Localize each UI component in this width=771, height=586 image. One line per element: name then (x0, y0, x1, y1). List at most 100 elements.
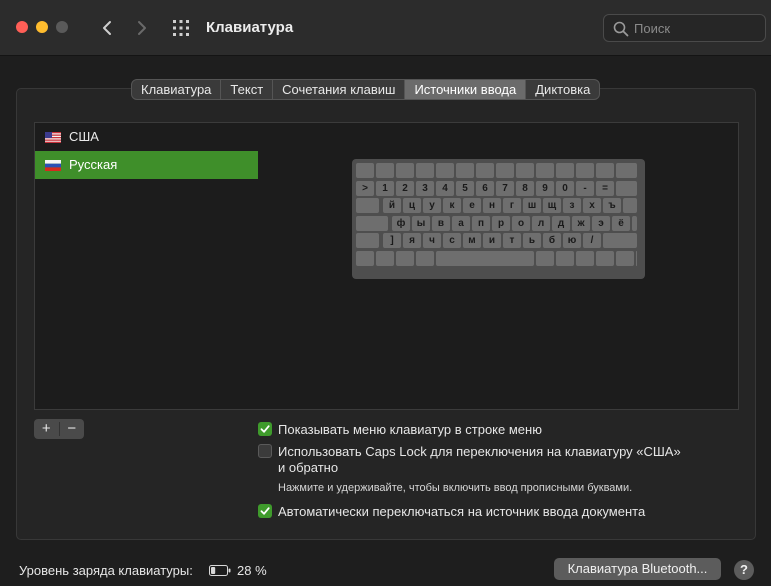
chevron-left-icon (103, 21, 111, 35)
modifier-key (356, 250, 374, 266)
key-cap: а (452, 215, 470, 231)
window-title: Клавиатура (206, 19, 294, 36)
modifier-key (616, 250, 634, 266)
forward-button[interactable] (129, 14, 155, 42)
key-cap: ъ (603, 198, 621, 213)
key-cap: 2 (396, 180, 414, 196)
modifier-key (356, 198, 379, 213)
key-cap: п (472, 215, 490, 231)
key-cap: с (443, 233, 461, 248)
key-cap: ы (412, 215, 430, 231)
tab-shortcuts[interactable]: Сочетания клавиш (273, 80, 406, 99)
function-key (396, 163, 414, 178)
function-key (436, 163, 454, 178)
modifier-key (616, 180, 637, 196)
key-cap: э (592, 215, 610, 231)
key-cap: е (463, 198, 481, 213)
modifier-key (623, 198, 637, 213)
keyboard-layout-preview: >1 2 3 4 5 6 7 8 9 0- = й ц у к е н г ш щ з х ъ ф ы в а п р о л д ж э ё] я ч… (352, 159, 645, 279)
tab-dictation[interactable]: Диктовка (526, 80, 599, 99)
chevron-right-icon (138, 21, 146, 35)
search-field[interactable] (603, 14, 766, 42)
modifier-key (356, 215, 388, 231)
modifier-key (636, 250, 637, 266)
title-bar: Клавиатура (0, 0, 771, 56)
caps-lock-label-continued[interactable]: и обратно (278, 460, 338, 475)
list-item-russian[interactable]: Русская (35, 151, 258, 179)
show-all-grid-icon[interactable] (172, 19, 190, 37)
close-window-button[interactable] (16, 21, 28, 33)
remove-input-source-button[interactable]: − (60, 419, 85, 439)
key-cap: т (503, 233, 521, 248)
input-source-list[interactable]: США Русская (34, 122, 259, 410)
auto-switch-label[interactable]: Автоматически переключаться на источник … (278, 504, 645, 519)
us-flag-icon (45, 132, 61, 143)
caps-lock-checkbox[interactable] (258, 444, 272, 458)
zoom-window-button[interactable] (56, 21, 68, 33)
key-cap: х (583, 198, 601, 213)
key-cap: р (492, 215, 510, 231)
key-cap: > (356, 180, 374, 196)
key-cap: ] (383, 233, 401, 248)
ru-flag-icon (45, 160, 61, 171)
key-cap: / (583, 233, 601, 248)
key-cap: ь (523, 233, 541, 248)
modifier-key (356, 233, 379, 248)
key-cap: б (543, 233, 561, 248)
modifier-key (632, 215, 637, 231)
function-key (376, 163, 394, 178)
modifier-key (396, 250, 414, 266)
key-cap: 6 (476, 180, 494, 196)
key-cap: з (563, 198, 581, 213)
key-cap: ё (612, 215, 630, 231)
show-menu-label[interactable]: Показывать меню клавиатур в строке меню (278, 422, 542, 437)
key-cap: ч (423, 233, 441, 248)
key-cap: = (596, 180, 614, 196)
tab-keyboard[interactable]: Клавиатура (132, 80, 222, 99)
battery-icon (209, 565, 231, 576)
key-cap: - (576, 180, 594, 196)
bluetooth-keyboard-button[interactable]: Клавиатура Bluetooth... (554, 558, 721, 580)
auto-switch-checkbox[interactable] (258, 504, 272, 518)
key-cap: 0 (556, 180, 574, 196)
add-input-source-button[interactable]: + (34, 419, 59, 439)
key-cap: в (432, 215, 450, 231)
key-cap: ю (563, 233, 581, 248)
search-input[interactable] (634, 19, 759, 37)
modifier-key (556, 250, 574, 266)
key-cap: н (483, 198, 501, 213)
list-item-usa[interactable]: США (35, 123, 258, 151)
back-button[interactable] (94, 14, 120, 42)
key-cap: 9 (536, 180, 554, 196)
key-cap: г (503, 198, 521, 213)
key-cap: щ (543, 198, 561, 213)
key-cap: у (423, 198, 441, 213)
caps-lock-label[interactable]: Использовать Caps Lock для переключения … (278, 444, 681, 459)
space-bar-key (436, 250, 534, 266)
show-menu-checkbox[interactable] (258, 422, 272, 436)
key-cap: я (403, 233, 421, 248)
modifier-key (536, 250, 554, 266)
key-cap: й (383, 198, 401, 213)
tab-text[interactable]: Текст (221, 80, 274, 99)
key-cap: и (483, 233, 501, 248)
key-cap: о (512, 215, 530, 231)
key-cap: ш (523, 198, 541, 213)
key-cap: л (532, 215, 550, 231)
tab-bar: Клавиатура Текст Сочетания клавиш Источн… (131, 79, 601, 100)
key-cap: к (443, 198, 461, 213)
function-key (476, 163, 494, 178)
minimize-window-button[interactable] (36, 21, 48, 33)
function-key (556, 163, 574, 178)
function-key (596, 163, 614, 178)
modifier-key (596, 250, 614, 266)
key-cap: 4 (436, 180, 454, 196)
tab-input-sources[interactable]: Источники ввода (405, 80, 527, 99)
caps-lock-hint: Нажмите и удерживайте, чтобы включить вв… (278, 482, 633, 494)
list-item-label: США (69, 129, 99, 144)
search-icon (613, 21, 629, 37)
modifier-key (416, 250, 434, 266)
checkmark-icon (260, 425, 270, 433)
help-button[interactable]: ? (734, 560, 754, 580)
key-cap: 7 (496, 180, 514, 196)
